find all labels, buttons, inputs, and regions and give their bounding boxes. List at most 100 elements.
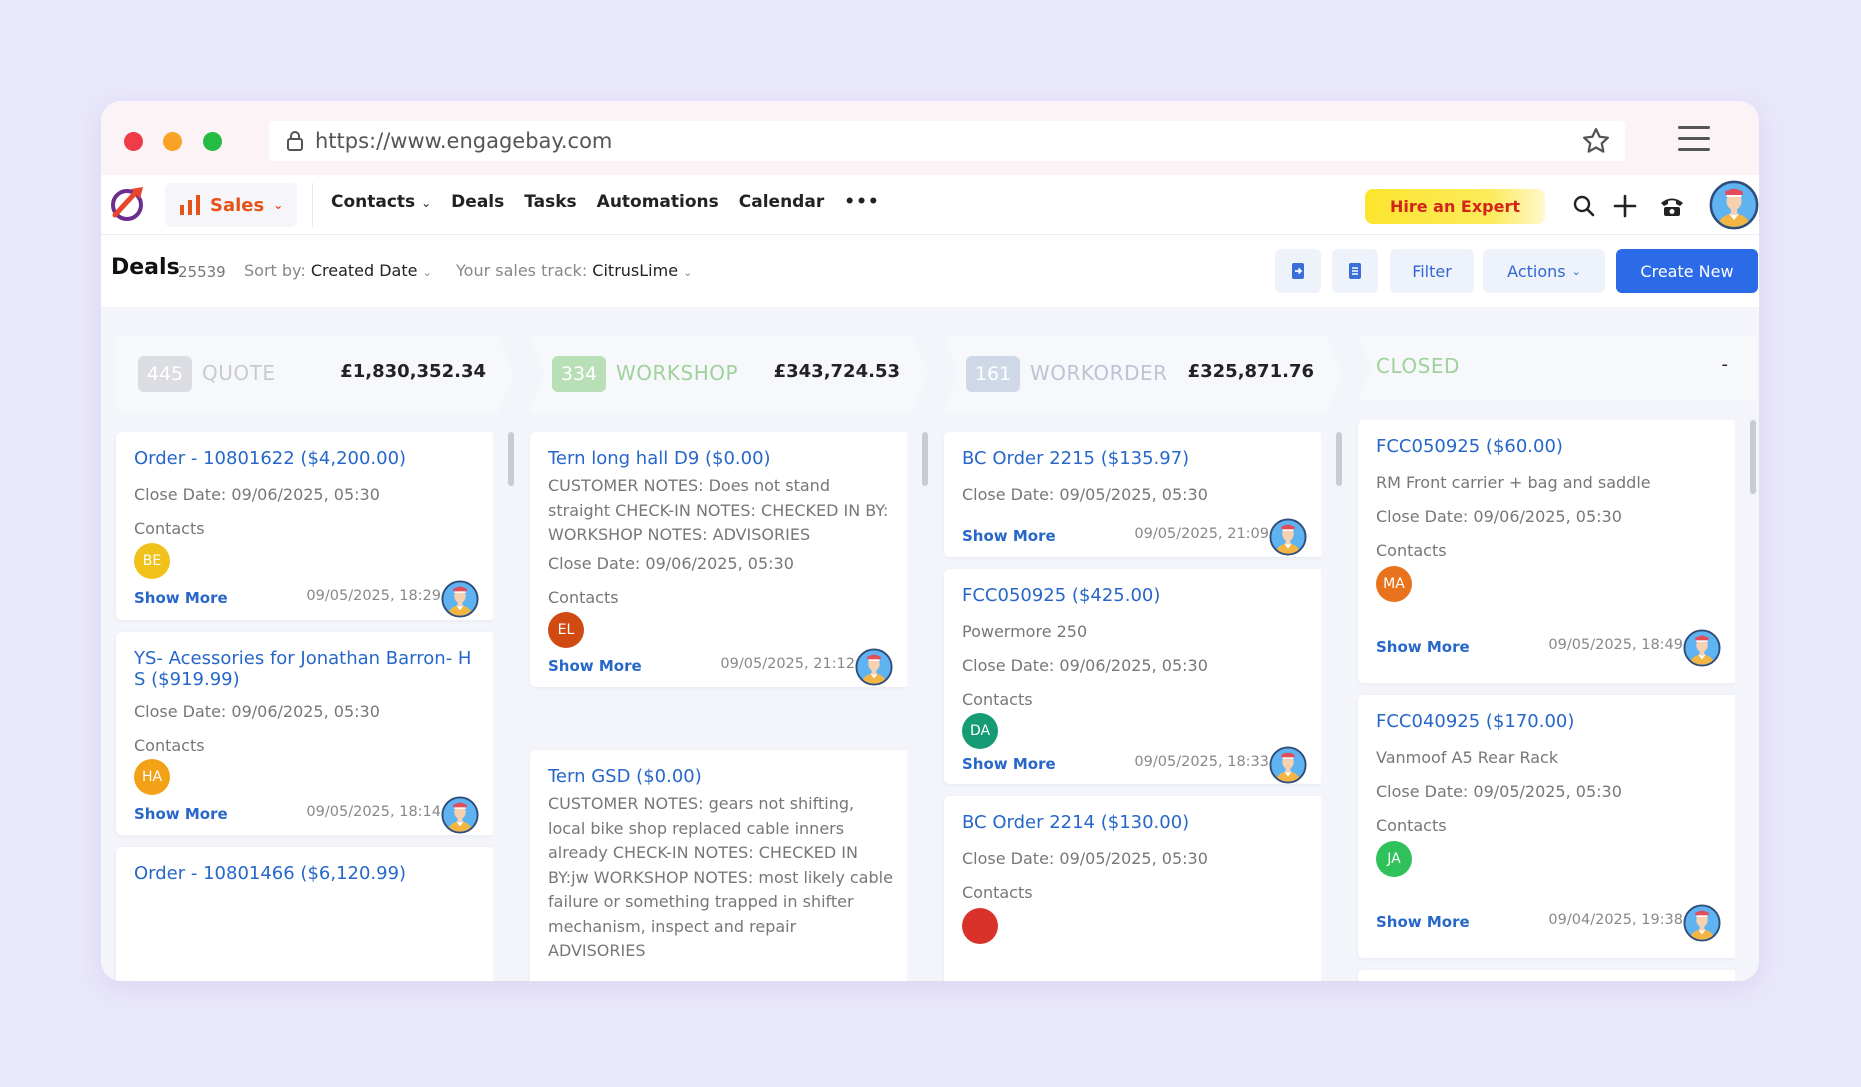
deal-card[interactable]: YS- Acessories for Jonathan Barron- H S …: [116, 632, 493, 835]
contact-avatar[interactable]: DA: [962, 713, 998, 749]
close-date: Close Date: 09/06/2025, 05:30: [134, 485, 380, 504]
deal-notes: CUSTOMER NOTES: gears not shifting, loca…: [548, 794, 893, 960]
close-window-button[interactable]: [124, 132, 143, 151]
deal-title[interactable]: FCC050925 ($425.00): [962, 585, 1312, 606]
column-count-badge: 334: [552, 356, 606, 392]
contact-avatar[interactable]: MA: [1376, 566, 1412, 602]
show-more-link[interactable]: Show More: [1376, 913, 1470, 931]
scrollbar[interactable]: [1336, 432, 1342, 486]
close-date: Close Date: 09/06/2025, 05:30: [134, 702, 380, 721]
list-view-button[interactable]: [1332, 249, 1378, 293]
export-icon: [1292, 263, 1304, 279]
menu-icon[interactable]: [1678, 126, 1710, 152]
deal-card[interactable]: FCC050925 ($425.00) Powermore 250 Close …: [944, 569, 1321, 784]
column-header: 334 WORKSHOP £343,724.53: [530, 336, 928, 412]
column-total: £325,871.76: [1187, 361, 1314, 382]
owner-avatar[interactable]: [1269, 518, 1307, 556]
column-header: CLOSED -: [1358, 336, 1756, 400]
owner-avatar[interactable]: [441, 796, 479, 834]
deal-timestamp: 09/05/2025, 21:09: [1134, 526, 1269, 542]
column-cards: Order - 10801622 ($4,200.00) Close Date:…: [101, 432, 493, 981]
deal-title[interactable]: Order - 10801466 ($6,120.99): [134, 863, 484, 884]
phone-icon[interactable]: [1658, 192, 1686, 220]
deal-title[interactable]: Order - 10801622 ($4,200.00): [134, 448, 484, 469]
deal-title[interactable]: FCC040925 ($170.00): [1376, 711, 1726, 732]
column-header: 445 QUOTE £1,830,352.34: [116, 336, 514, 412]
show-more-link[interactable]: Show More: [548, 657, 642, 675]
deal-card[interactable]: FCC050925 ($60.00) RM Front carrier + ba…: [1358, 420, 1735, 683]
deal-timestamp: 09/04/2025, 19:38: [1548, 912, 1683, 928]
chevron-down-icon: ⌄: [1571, 264, 1581, 278]
scrollbar[interactable]: [508, 432, 514, 486]
address-bar[interactable]: https://www.engagebay.com: [269, 121, 1625, 161]
bar-chart-icon: [180, 195, 200, 215]
column-name: WORKSHOP: [616, 361, 739, 385]
contact-avatar[interactable]: HA: [134, 759, 170, 795]
search-icon[interactable]: [1570, 192, 1598, 220]
contact-avatar[interactable]: JA: [1376, 841, 1412, 877]
deal-title[interactable]: BC Order 2215 ($135.97): [962, 448, 1312, 469]
deal-title[interactable]: Tern GSD ($0.00): [548, 766, 898, 787]
nav-calendar[interactable]: Calendar: [739, 192, 824, 212]
owner-avatar[interactable]: [1269, 746, 1307, 784]
deal-title[interactable]: Tern long hall D9 ($0.00): [548, 448, 898, 469]
deal-card[interactable]: Order - 10801622 ($4,200.00) Close Date:…: [116, 432, 493, 620]
contact-avatar[interactable]: BE: [134, 543, 170, 579]
deal-card[interactable]: Order - 10801466 ($6,120.99): [116, 847, 493, 981]
deal-card[interactable]: BC Order 2215 ($135.97) Close Date: 09/0…: [944, 432, 1321, 557]
contact-avatar[interactable]: [962, 908, 998, 944]
deal-card[interactable]: Tern GSD ($0.00) CUSTOMER NOTES: gears n…: [530, 750, 907, 981]
bookmark-star-icon[interactable]: [1581, 126, 1611, 156]
owner-avatar[interactable]: [441, 580, 479, 618]
deal-title[interactable]: FCC050925 ($60.00): [1376, 436, 1726, 457]
create-new-button[interactable]: Create New: [1616, 249, 1758, 293]
deal-card[interactable]: BC Order 2214 ($130.00) Close Date: 09/0…: [944, 796, 1321, 981]
deal-card[interactable]: [1358, 970, 1735, 981]
user-avatar[interactable]: [1709, 180, 1759, 230]
scrollbar[interactable]: [1750, 420, 1756, 494]
nav-contacts[interactable]: Contacts ⌄: [331, 192, 431, 212]
hire-expert-button[interactable]: Hire an Expert: [1365, 189, 1545, 224]
chevron-down-icon: ⌄: [273, 198, 284, 212]
column-name: WORKORDER: [1030, 361, 1168, 385]
actions-dropdown[interactable]: Actions ⌄: [1483, 249, 1605, 293]
main-nav: Contacts ⌄ Deals Tasks Automations Calen…: [331, 192, 880, 212]
minimize-window-button[interactable]: [163, 132, 182, 151]
sales-track-dropdown[interactable]: Your sales track: CitrusLime ⌄: [456, 261, 692, 280]
owner-avatar[interactable]: [1683, 904, 1721, 942]
sales-module-dropdown[interactable]: Sales ⌄: [165, 183, 298, 227]
engagebay-logo[interactable]: [107, 181, 151, 225]
show-more-link[interactable]: Show More: [134, 589, 228, 607]
close-date: Close Date: 09/05/2025, 05:30: [962, 849, 1208, 868]
export-button[interactable]: [1275, 249, 1321, 293]
deals-board: 445 QUOTE £1,830,352.34 Order - 10801622…: [101, 307, 1759, 981]
column-total: £343,724.53: [773, 361, 900, 382]
show-more-link[interactable]: Show More: [962, 755, 1056, 773]
nav-automations[interactable]: Automations: [597, 192, 719, 212]
nav-tasks[interactable]: Tasks: [524, 192, 576, 212]
contacts-label: Contacts: [134, 736, 205, 755]
deal-notes: CUSTOMER NOTES: Does not stand straight …: [548, 476, 889, 544]
deal-title[interactable]: BC Order 2214 ($130.00): [962, 812, 1312, 833]
show-more-link[interactable]: Show More: [1376, 638, 1470, 656]
nav-more[interactable]: •••: [844, 192, 880, 212]
show-more-link[interactable]: Show More: [962, 527, 1056, 545]
plus-icon[interactable]: [1611, 192, 1639, 220]
owner-avatar[interactable]: [855, 648, 893, 686]
deal-card[interactable]: Tern long hall D9 ($0.00) CUSTOMER NOTES…: [530, 432, 907, 687]
deal-title[interactable]: YS- Acessories for Jonathan Barron- H S …: [134, 648, 484, 690]
show-more-link[interactable]: Show More: [134, 805, 228, 823]
deal-card[interactable]: FCC040925 ($170.00) Vanmoof A5 Rear Rack…: [1358, 695, 1735, 958]
owner-avatar[interactable]: [1683, 629, 1721, 667]
maximize-window-button[interactable]: [203, 132, 222, 151]
nav-deals[interactable]: Deals: [451, 192, 504, 212]
deal-timestamp: 09/05/2025, 18:33: [1134, 754, 1269, 770]
contacts-label: Contacts: [134, 519, 205, 538]
deal-timestamp: 09/05/2025, 21:12: [720, 656, 855, 672]
deal-timestamp: 09/05/2025, 18:14: [306, 804, 441, 820]
sort-dropdown[interactable]: Sort by: Created Date ⌄: [244, 261, 432, 280]
scrollbar[interactable]: [922, 432, 928, 486]
contact-avatar[interactable]: EL: [548, 612, 584, 648]
filter-button[interactable]: Filter: [1390, 249, 1474, 293]
contacts-label: Contacts: [962, 690, 1033, 709]
